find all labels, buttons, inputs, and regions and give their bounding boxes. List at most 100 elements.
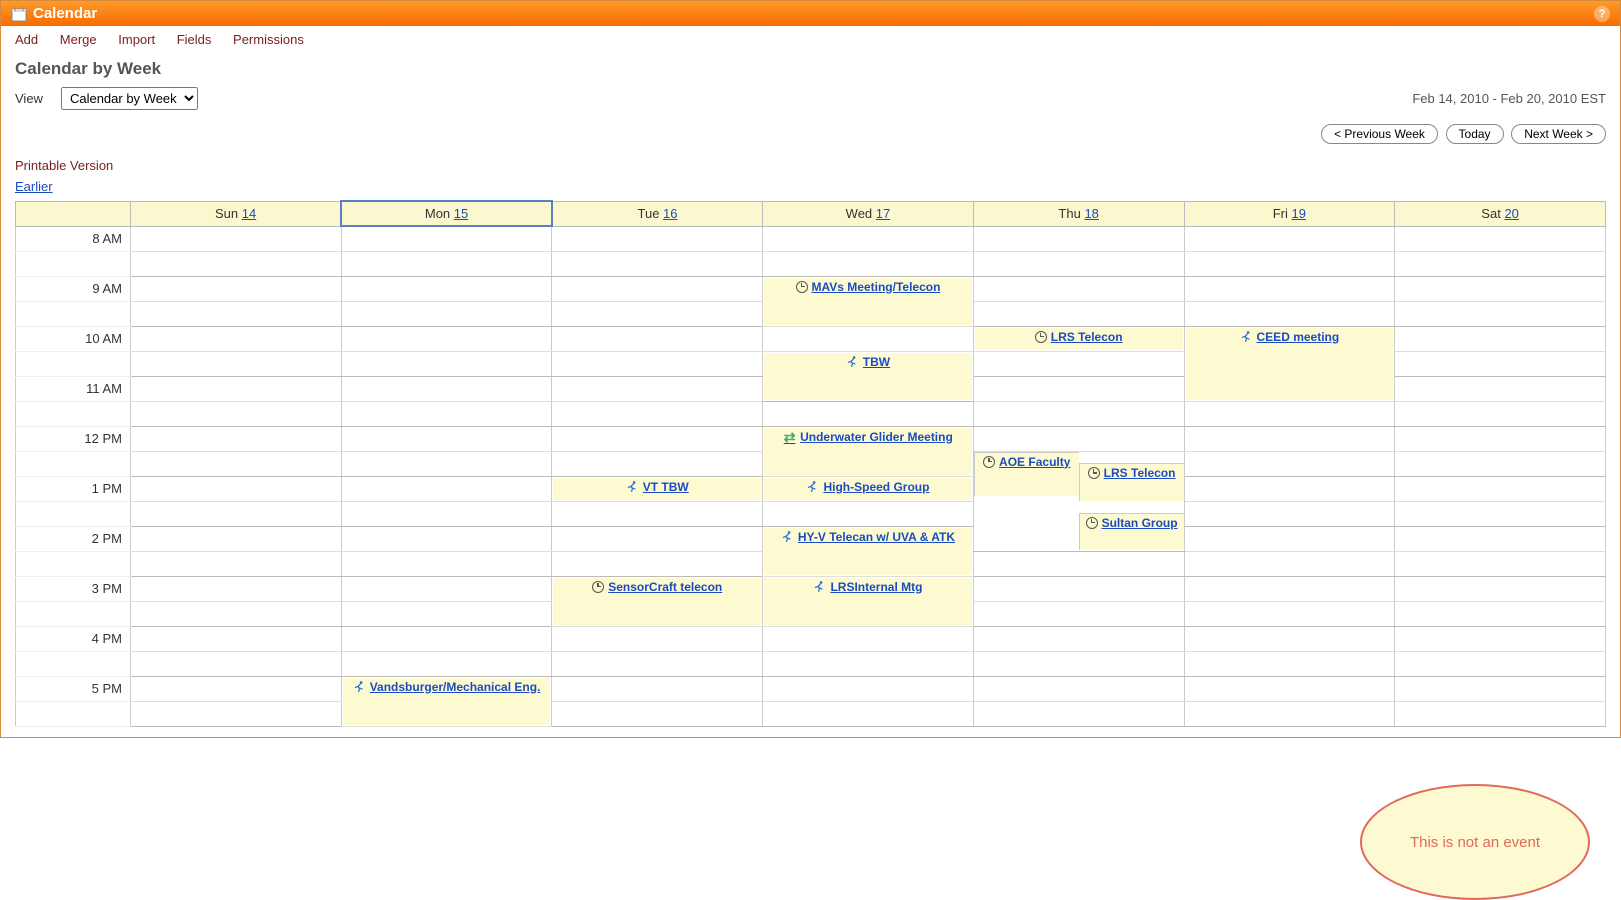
time-slot[interactable] — [1184, 676, 1395, 701]
time-slot[interactable] — [341, 226, 552, 251]
time-slot[interactable] — [973, 276, 1184, 301]
time-slot[interactable] — [552, 426, 763, 451]
time-slot[interactable] — [341, 601, 552, 626]
time-slot[interactable] — [973, 401, 1184, 426]
time-slot[interactable] — [1184, 301, 1395, 326]
time-slot[interactable] — [1395, 451, 1606, 476]
time-slot[interactable] — [1395, 401, 1606, 426]
time-slot[interactable] — [763, 226, 974, 251]
time-slot[interactable] — [763, 501, 974, 526]
time-slot[interactable] — [1184, 576, 1395, 601]
time-slot[interactable]: CEED meeting — [1184, 326, 1395, 401]
time-slot[interactable] — [973, 626, 1184, 651]
time-slot[interactable] — [341, 276, 552, 301]
time-slot[interactable] — [131, 701, 342, 726]
menu-import[interactable]: Import — [118, 32, 155, 47]
time-slot[interactable] — [973, 351, 1184, 376]
time-slot[interactable] — [1184, 451, 1395, 476]
time-slot[interactable] — [1395, 326, 1606, 351]
time-slot[interactable] — [1395, 276, 1606, 301]
event[interactable]: CEED meeting — [1186, 328, 1394, 400]
time-slot[interactable] — [131, 676, 342, 701]
time-slot[interactable] — [1395, 526, 1606, 551]
time-slot[interactable] — [131, 276, 342, 301]
event[interactable]: HY-V Telecan w/ UVA & ATK — [764, 528, 972, 575]
time-slot[interactable] — [1184, 501, 1395, 526]
time-slot[interactable] — [341, 551, 552, 576]
time-slot[interactable] — [341, 301, 552, 326]
earlier-link[interactable]: Earlier — [15, 179, 53, 194]
time-slot[interactable] — [552, 551, 763, 576]
time-slot[interactable] — [341, 351, 552, 376]
time-slot[interactable] — [1184, 701, 1395, 726]
time-slot[interactable] — [552, 276, 763, 301]
time-slot[interactable] — [1395, 576, 1606, 601]
time-slot[interactable] — [973, 551, 1184, 576]
time-slot[interactable] — [131, 376, 342, 401]
time-slot[interactable] — [1184, 251, 1395, 276]
help-icon[interactable]: ? — [1594, 6, 1610, 22]
time-slot[interactable] — [1184, 651, 1395, 676]
time-slot[interactable] — [1184, 276, 1395, 301]
time-slot[interactable] — [763, 401, 974, 426]
time-slot[interactable] — [552, 251, 763, 276]
time-slot[interactable] — [763, 651, 974, 676]
time-slot[interactable] — [341, 526, 552, 551]
time-slot[interactable] — [131, 426, 342, 451]
time-slot[interactable]: MAVs Meeting/Telecon — [763, 276, 974, 326]
time-slot[interactable] — [552, 351, 763, 376]
time-slot[interactable] — [131, 401, 342, 426]
time-slot[interactable] — [763, 701, 974, 726]
time-slot[interactable] — [1184, 526, 1395, 551]
time-slot[interactable] — [552, 676, 763, 701]
time-slot[interactable] — [341, 476, 552, 501]
time-slot[interactable] — [341, 501, 552, 526]
dayhead-mon[interactable]: Mon 15 — [341, 201, 552, 226]
time-slot[interactable]: Vandsburger/Mechanical Eng. — [341, 676, 552, 726]
dayhead-sun[interactable]: Sun 14 — [131, 201, 342, 226]
time-slot[interactable] — [131, 476, 342, 501]
menu-permissions[interactable]: Permissions — [233, 32, 304, 47]
time-slot[interactable] — [973, 376, 1184, 401]
dayhead-tue[interactable]: Tue 16 — [552, 201, 763, 226]
menu-merge[interactable]: Merge — [60, 32, 97, 47]
time-slot[interactable] — [1184, 476, 1395, 501]
time-slot[interactable] — [552, 301, 763, 326]
time-slot[interactable]: High-Speed Group — [763, 476, 974, 501]
menu-add[interactable]: Add — [15, 32, 38, 47]
time-slot[interactable] — [131, 326, 342, 351]
time-slot[interactable] — [1184, 551, 1395, 576]
time-slot[interactable] — [131, 526, 342, 551]
time-slot[interactable] — [1395, 676, 1606, 701]
event[interactable]: Sultan Group — [1079, 513, 1184, 551]
next-week-button[interactable]: Next Week > — [1511, 124, 1606, 144]
today-button[interactable]: Today — [1446, 124, 1504, 144]
event[interactable]: ⇄ Underwater Glider Meeting — [764, 428, 972, 475]
time-slot[interactable] — [1184, 601, 1395, 626]
time-slot[interactable] — [1184, 401, 1395, 426]
time-slot[interactable] — [1395, 251, 1606, 276]
time-slot[interactable]: VT TBW — [552, 476, 763, 501]
time-slot[interactable] — [763, 326, 974, 351]
printable-link[interactable]: Printable Version — [1, 158, 1620, 179]
time-slot[interactable] — [552, 526, 763, 551]
time-slot[interactable] — [1395, 376, 1606, 401]
time-slot[interactable] — [973, 576, 1184, 601]
time-slot[interactable] — [973, 226, 1184, 251]
time-slot[interactable] — [552, 701, 763, 726]
time-slot[interactable] — [341, 326, 552, 351]
time-slot[interactable] — [1395, 301, 1606, 326]
time-slot[interactable] — [973, 301, 1184, 326]
time-slot[interactable] — [1395, 701, 1606, 726]
time-slot[interactable] — [341, 451, 552, 476]
time-slot[interactable] — [973, 426, 1184, 451]
time-slot[interactable] — [341, 401, 552, 426]
time-slot[interactable] — [1395, 501, 1606, 526]
time-slot[interactable] — [552, 501, 763, 526]
dayhead-fri[interactable]: Fri 19 — [1184, 201, 1395, 226]
event[interactable]: High-Speed Group — [764, 478, 972, 500]
time-slot[interactable] — [1184, 226, 1395, 251]
time-slot[interactable] — [1395, 226, 1606, 251]
time-slot[interactable] — [1395, 426, 1606, 451]
time-slot[interactable] — [1395, 626, 1606, 651]
